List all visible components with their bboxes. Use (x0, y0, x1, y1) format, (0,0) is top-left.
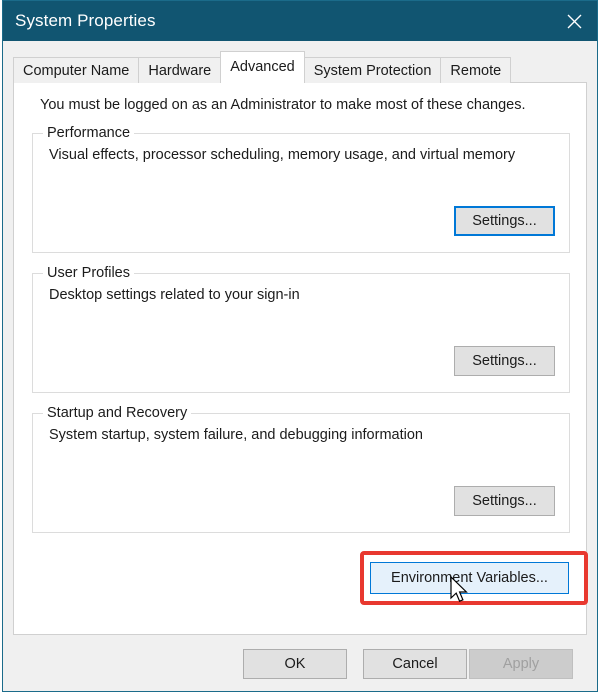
environment-variables-button[interactable]: Environment Variables... (370, 562, 569, 594)
tab-hardware[interactable]: Hardware (138, 57, 222, 83)
screenshot-root: System Properties Computer Name Hardware… (0, 0, 600, 694)
administrator-note: You must be logged on as an Administrato… (40, 97, 526, 113)
user-profiles-settings-button[interactable]: Settings... (454, 346, 555, 376)
group-startup-recovery-legend: Startup and Recovery (43, 405, 192, 421)
advanced-tab-page: You must be logged on as an Administrato… (13, 82, 587, 635)
dialog-footer: OK Cancel Apply (3, 635, 597, 691)
window-titlebar: System Properties (3, 1, 597, 41)
performance-settings-button[interactable]: Settings... (454, 206, 555, 236)
startup-recovery-settings-button[interactable]: Settings... (454, 486, 555, 516)
close-icon[interactable] (551, 1, 597, 41)
tab-advanced[interactable]: Advanced (220, 51, 305, 83)
tab-remote[interactable]: Remote (440, 57, 512, 83)
group-performance-legend: Performance (43, 125, 135, 141)
tab-strip-area: Computer Name Hardware Advanced System P… (3, 41, 597, 83)
window-title: System Properties (15, 11, 156, 30)
group-user-profiles: User Profiles Desktop settings related t… (32, 265, 570, 393)
tab-computer-name[interactable]: Computer Name (13, 57, 140, 83)
ok-button[interactable]: OK (243, 649, 347, 679)
cancel-button[interactable]: Cancel (363, 649, 467, 679)
tab-system-protection[interactable]: System Protection (303, 57, 442, 83)
group-performance: Performance Visual effects, processor sc… (32, 125, 570, 253)
group-user-profiles-legend: User Profiles (43, 265, 134, 281)
tab-strip: Computer Name Hardware Advanced System P… (13, 51, 587, 83)
group-startup-recovery: Startup and Recovery System startup, sys… (32, 405, 570, 533)
apply-button: Apply (469, 649, 573, 679)
